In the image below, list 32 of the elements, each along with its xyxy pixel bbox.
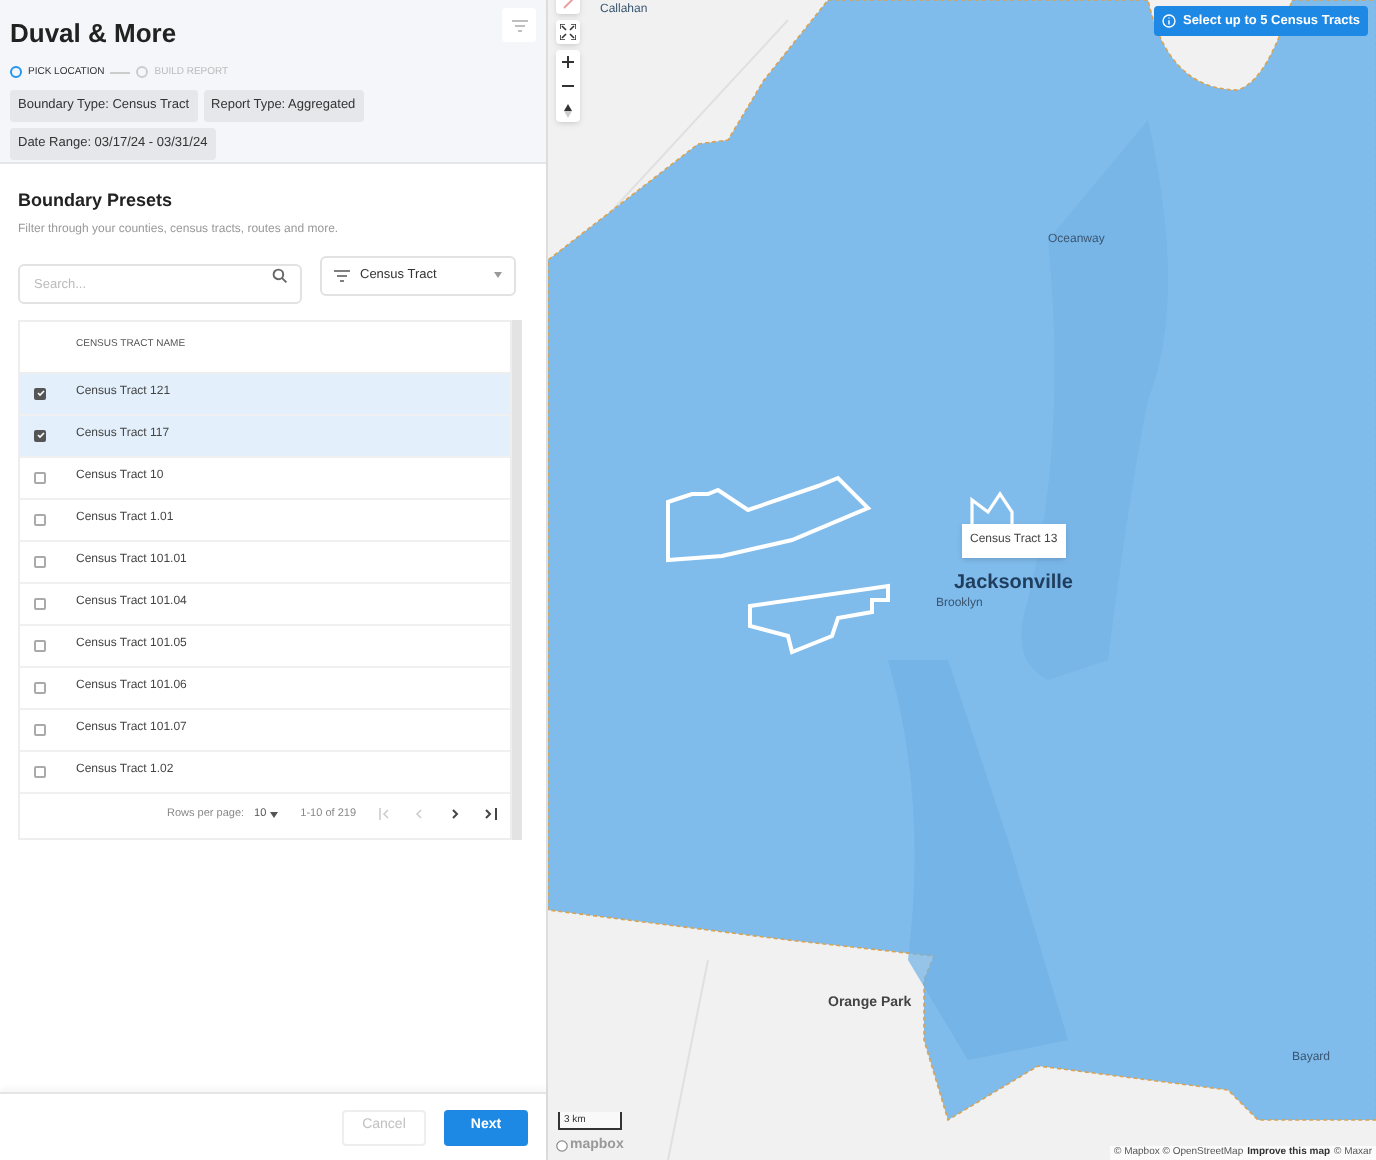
fullscreen-button[interactable] bbox=[556, 20, 580, 44]
checkbox[interactable] bbox=[34, 765, 46, 777]
checkbox[interactable] bbox=[34, 513, 46, 525]
caret-icon bbox=[494, 272, 502, 278]
checkbox[interactable] bbox=[34, 597, 46, 609]
fullscreen-icon bbox=[560, 24, 576, 40]
step-radio[interactable] bbox=[136, 66, 149, 79]
compass-icon bbox=[564, 103, 572, 117]
page-title: Duval & More bbox=[10, 16, 177, 52]
section-title: Boundary Presets bbox=[18, 188, 175, 214]
filter-icon bbox=[334, 269, 350, 281]
mapbox-logo-icon bbox=[556, 1139, 568, 1152]
checkbox[interactable] bbox=[34, 723, 46, 735]
checkbox[interactable] bbox=[34, 639, 46, 651]
step-radio[interactable] bbox=[10, 66, 22, 79]
previous-page-icon[interactable] bbox=[414, 808, 424, 820]
plus-icon bbox=[562, 56, 574, 68]
info-icon bbox=[1162, 14, 1177, 28]
scrollbar[interactable] bbox=[512, 319, 522, 839]
search-icon bbox=[272, 267, 288, 283]
checkbox[interactable] bbox=[34, 681, 46, 693]
map-place-label: Jacksonville bbox=[954, 570, 1073, 597]
filter-icon bbox=[511, 19, 527, 31]
last-page-icon[interactable] bbox=[484, 808, 498, 820]
minus-icon bbox=[562, 80, 574, 92]
next-page-icon[interactable] bbox=[450, 808, 460, 820]
filter-button[interactable] bbox=[502, 8, 536, 42]
caret-icon bbox=[270, 811, 279, 817]
checkbox[interactable] bbox=[34, 555, 46, 567]
first-page-icon[interactable] bbox=[378, 808, 392, 820]
checkbox[interactable] bbox=[34, 471, 46, 483]
zoom-in-button[interactable] bbox=[556, 50, 580, 74]
